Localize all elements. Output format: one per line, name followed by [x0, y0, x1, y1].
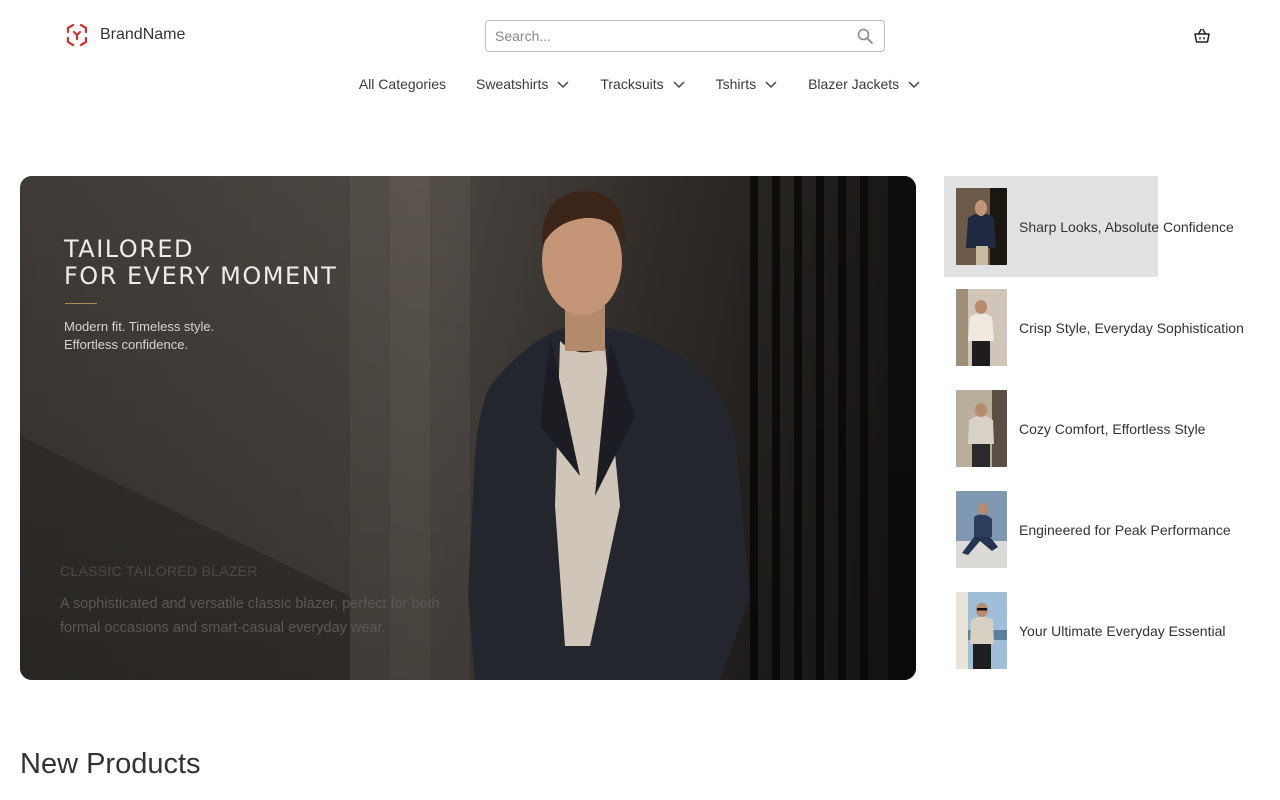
hero-banner[interactable]: TAILORED FOR EVERY MOMENT Modern fit. Ti… [20, 176, 916, 680]
brand-logo-icon [66, 23, 88, 47]
nav-item-label: Tracksuits [600, 76, 664, 92]
search-input[interactable] [486, 21, 836, 51]
nav-tshirts[interactable]: Tshirts [706, 76, 778, 92]
nav-all-categories[interactable]: All Categories [359, 76, 446, 92]
header: BrandName [0, 0, 1280, 72]
hero-title: TAILORED FOR EVERY MOMENT [64, 235, 338, 290]
featured-item-label: Engineered for Peak Performance [1019, 521, 1231, 538]
chevron-down-icon [908, 81, 920, 89]
hero-product-name: CLASSIC TAILORED BLAZER [60, 563, 258, 579]
nav-item-label: All Categories [358, 76, 446, 92]
new-products-title: New Products [20, 748, 201, 780]
featured-thumbnail [956, 188, 1007, 265]
hero-product-description: A sophisticated and versatile classic bl… [60, 596, 440, 636]
featured-item-4[interactable]: Engineered for Peak Performance [944, 479, 1264, 580]
brand-name: BrandName [100, 26, 186, 43]
featured-item-5[interactable]: Your Ultimate Everyday Essential [944, 580, 1264, 681]
brand[interactable]: BrandName [64, 22, 185, 48]
chevron-down-icon [673, 81, 685, 89]
nav-item-label: Blazer Jackets [808, 76, 900, 92]
featured-thumbnail [956, 289, 1007, 366]
featured-item-label: Crisp Style, Everyday Sophistication [1019, 319, 1244, 336]
featured-thumbnail [956, 390, 1007, 467]
hero-divider [65, 303, 97, 304]
basket-icon[interactable] [1193, 27, 1211, 45]
nav-item-label: Sweatshirts [476, 76, 549, 92]
chevron-down-icon [765, 81, 777, 89]
featured-item-label: Sharp Looks, Absolute Confidence [1019, 218, 1234, 235]
featured-item-label: Cozy Comfort, Effortless Style [1019, 420, 1206, 437]
featured-list: Sharp Looks, Absolute Confidence Crisp S… [944, 176, 1264, 681]
featured-item-1[interactable]: Sharp Looks, Absolute Confidence [944, 176, 1264, 277]
category-nav: All Categories Sweatshirts Tracksuits Ts… [0, 72, 1280, 96]
nav-tracksuits[interactable]: Tracksuits [590, 76, 685, 92]
search-box [485, 20, 885, 52]
hero-subtitle: Modern fit. Timeless style. Effortless c… [64, 319, 215, 352]
search-icon[interactable] [856, 27, 874, 45]
nav-blazer-jackets[interactable]: Blazer Jackets [798, 76, 921, 92]
featured-thumbnail [956, 592, 1007, 669]
featured-item-2[interactable]: Crisp Style, Everyday Sophistication [944, 277, 1264, 378]
featured-item-label: Your Ultimate Everyday Essential [1019, 622, 1226, 639]
chevron-down-icon [557, 81, 569, 89]
nav-item-label: Tshirts [715, 76, 757, 92]
featured-item-3[interactable]: Cozy Comfort, Effortless Style [944, 378, 1264, 479]
featured-thumbnail [956, 491, 1007, 568]
nav-sweatshirts[interactable]: Sweatshirts [466, 76, 570, 92]
